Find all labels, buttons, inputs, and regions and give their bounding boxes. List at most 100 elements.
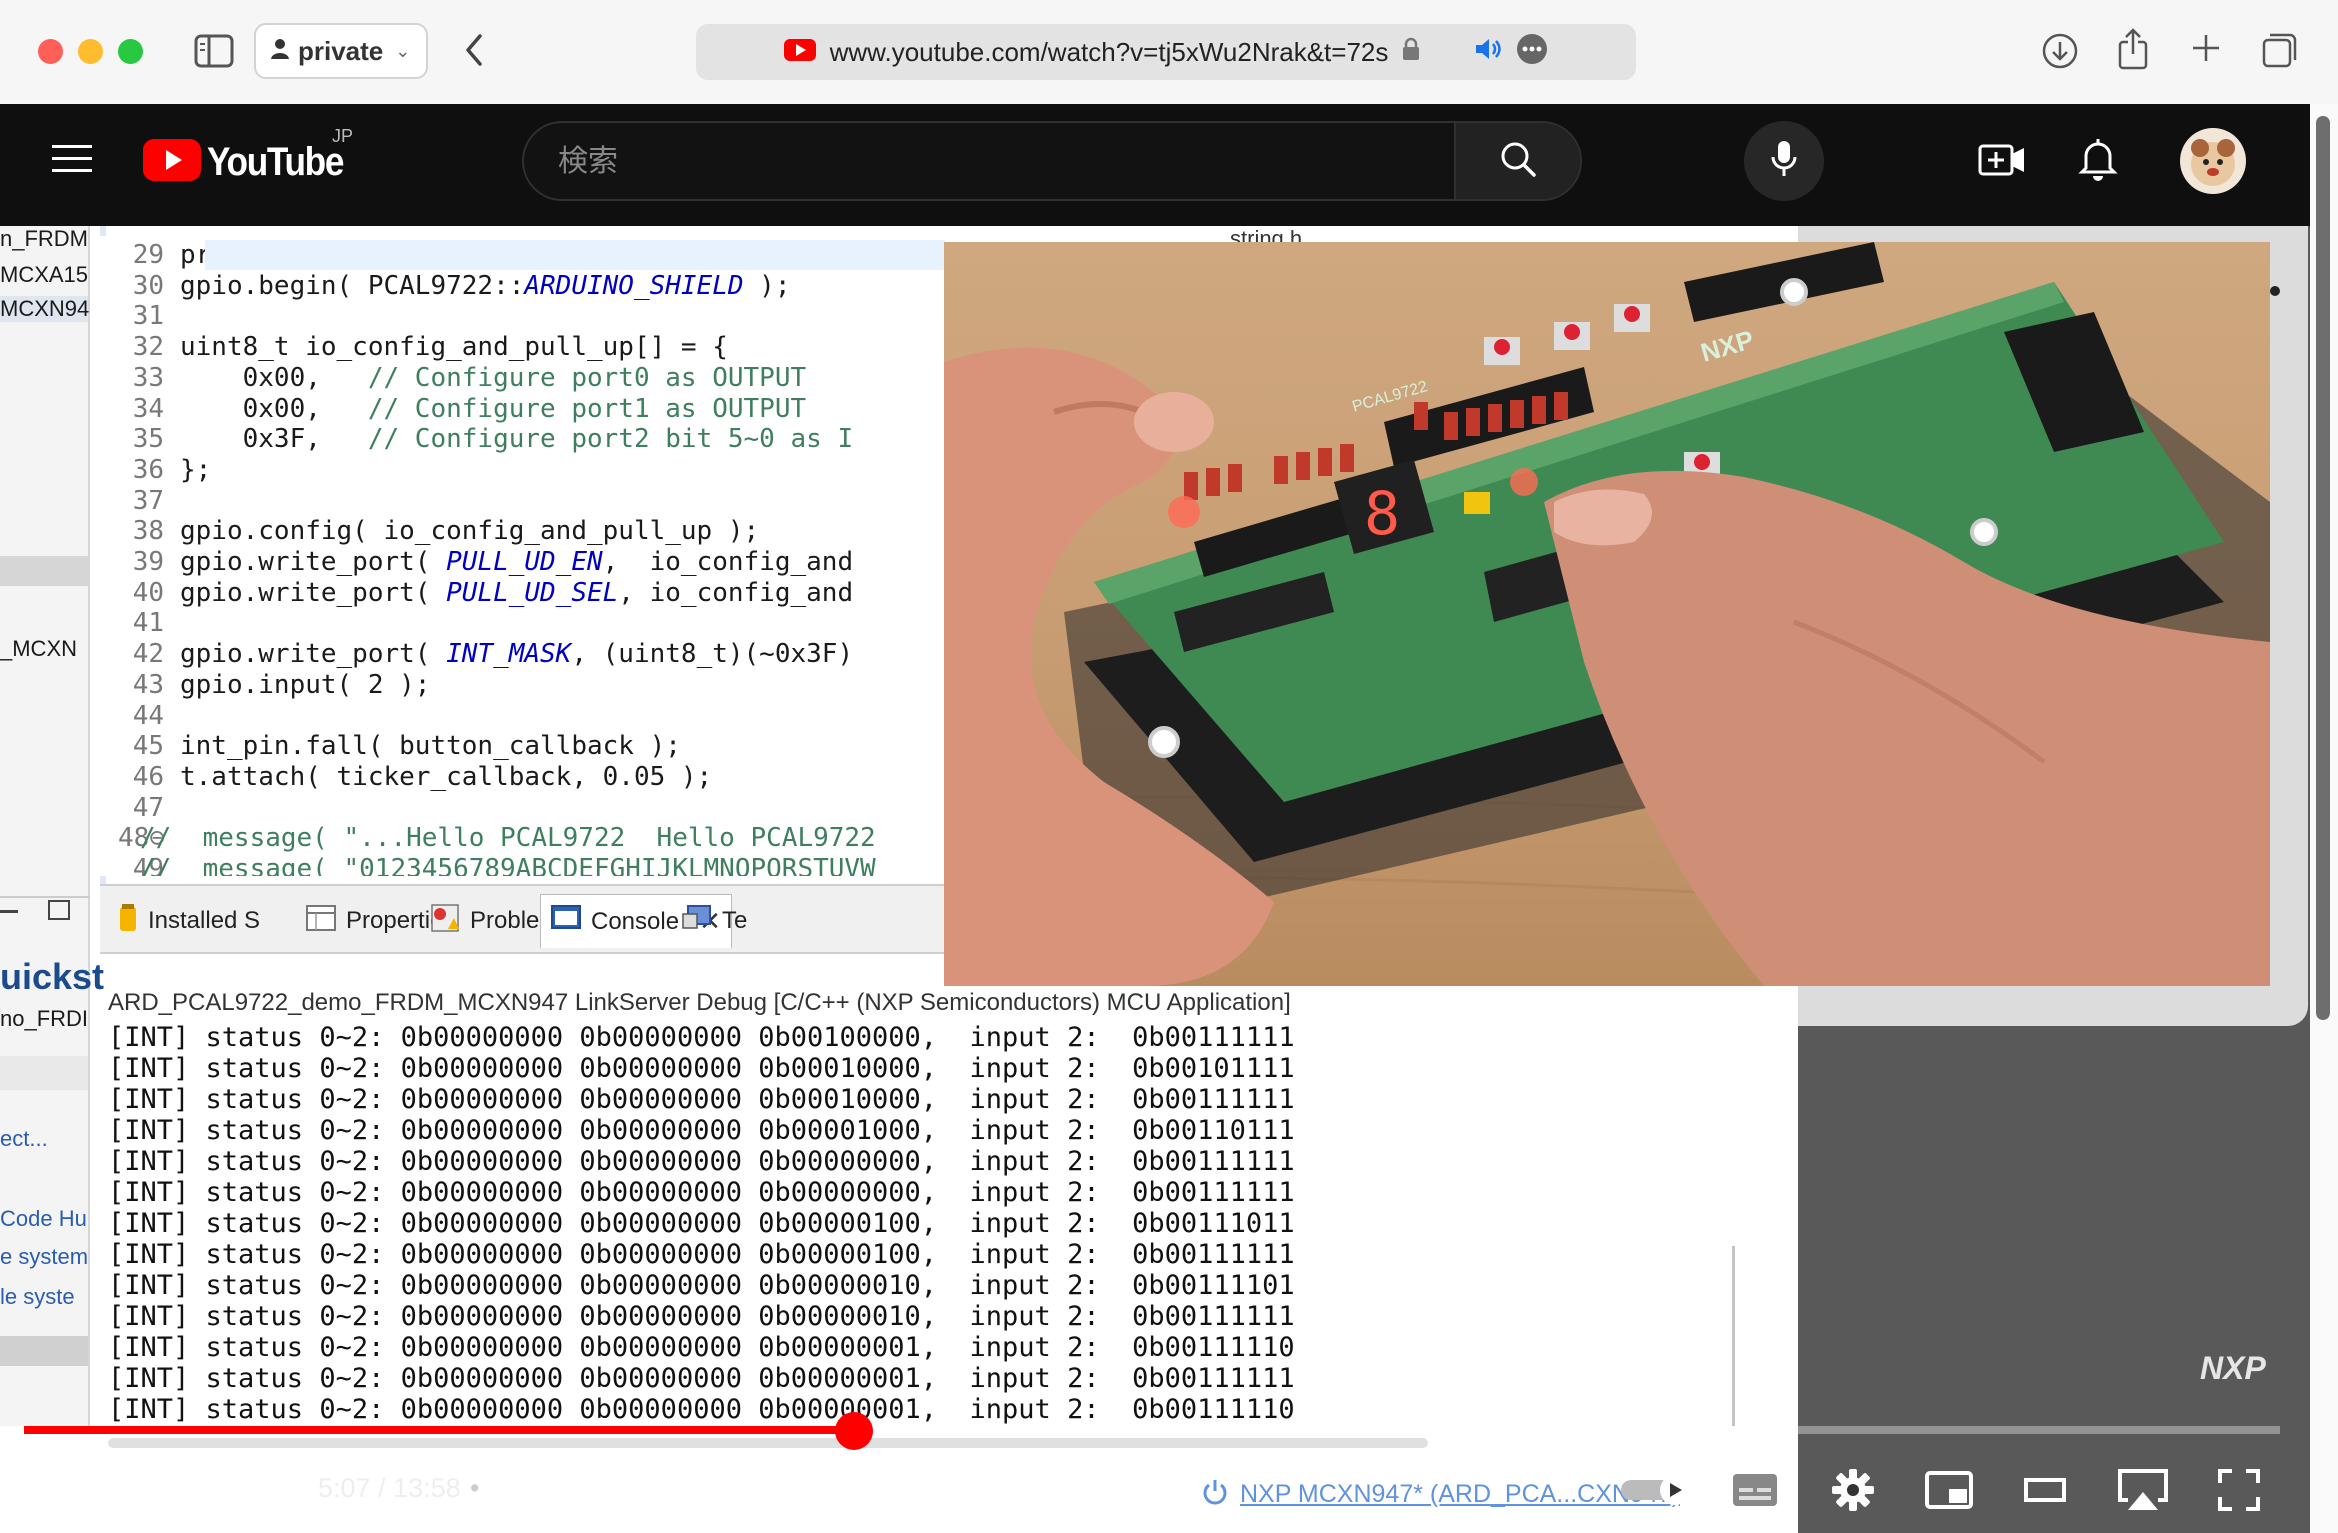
code-line: 0x3F, // Configure port2 bit 5~0 as I bbox=[180, 424, 854, 454]
pcb-illustration: 8 NXP PCAL9722 bbox=[944, 242, 2270, 986]
youtube-favicon-icon bbox=[783, 37, 816, 68]
line-number: 34 bbox=[132, 393, 164, 424]
close-window-button[interactable] bbox=[38, 39, 63, 64]
chevron-right-icon bbox=[902, 1474, 918, 1503]
video-player[interactable]: n_FRDM MCXA15 MCXN94 _MCXN uickst no_FRD… bbox=[0, 226, 2338, 1533]
console-horizontal-scrollbar[interactable] bbox=[108, 1438, 1428, 1448]
profile-selector[interactable]: private ⌄ bbox=[254, 23, 428, 79]
problems-icon bbox=[430, 903, 460, 940]
link-item[interactable]: Code Hu bbox=[0, 1206, 87, 1232]
avatar[interactable] bbox=[2180, 128, 2246, 194]
tab-installed-sdks[interactable]: Installed S bbox=[118, 898, 260, 944]
fullscreen-button[interactable] bbox=[2204, 1451, 2274, 1533]
console-line: [INT] status 0~2: 0b00000000 0b00000000 … bbox=[108, 1394, 1295, 1425]
notifications-bell-icon[interactable] bbox=[2078, 136, 2118, 187]
code-token: // Configure port1 as OUTPUT bbox=[367, 393, 807, 424]
region-code: JP bbox=[332, 126, 354, 146]
code-line: gpio.write_port( PULL_UD_SEL, io_config_… bbox=[180, 578, 853, 608]
tab-overview-icon[interactable] bbox=[2262, 32, 2298, 72]
browser-toolbar: private ⌄ www.youtube.com/watch?v=tj5xWu… bbox=[0, 0, 2338, 104]
speaker-playing-icon[interactable] bbox=[1474, 37, 1502, 68]
line-number: 46 bbox=[132, 761, 164, 792]
autoplay-toggle[interactable] bbox=[1612, 1451, 1702, 1533]
airplay-button[interactable] bbox=[2106, 1451, 2180, 1533]
subtitles-button[interactable] bbox=[1720, 1451, 1790, 1533]
power-icon bbox=[1200, 1477, 1230, 1512]
voice-search-button[interactable] bbox=[1744, 121, 1824, 201]
progress-scrubber-handle[interactable] bbox=[835, 1412, 874, 1450]
code-token: // Configure port0 as OUTPUT bbox=[367, 362, 807, 393]
svg-text:8: 8 bbox=[1364, 479, 1400, 549]
pause-button[interactable] bbox=[42, 1451, 102, 1533]
console-line: [INT] status 0~2: 0b00000000 0b00000000 … bbox=[108, 1053, 1295, 1084]
panel-dot bbox=[2270, 286, 2280, 296]
console-scrollbar[interactable] bbox=[1732, 1246, 1735, 1426]
more-options-icon[interactable] bbox=[1516, 33, 1548, 72]
profile-label: private bbox=[298, 35, 384, 66]
code-token: ); bbox=[743, 270, 791, 301]
search-input[interactable] bbox=[524, 123, 1384, 199]
microphone-icon bbox=[1770, 139, 1798, 184]
link-item[interactable]: le syste bbox=[0, 1284, 75, 1310]
link-item[interactable]: e system bbox=[0, 1244, 88, 1270]
miniplayer-button[interactable] bbox=[1914, 1451, 1984, 1533]
back-icon[interactable] bbox=[462, 30, 486, 74]
console-line: [INT] status 0~2: 0b00000000 0b00000000 … bbox=[108, 1177, 1295, 1208]
minimize-view-icon[interactable] bbox=[0, 910, 18, 913]
share-icon[interactable] bbox=[2116, 28, 2150, 74]
next-button[interactable] bbox=[135, 1451, 195, 1533]
menu-icon[interactable] bbox=[52, 144, 92, 179]
console-title: ARD_PCAL9722_demo_FRDM_MCXN947 LinkServe… bbox=[108, 989, 1291, 1016]
volume-icon bbox=[238, 1472, 278, 1513]
youtube-logo[interactable]: YouTube bbox=[143, 139, 362, 186]
link-item[interactable]: ect... bbox=[0, 1126, 48, 1152]
theater-mode-button[interactable] bbox=[2010, 1451, 2080, 1533]
sidebar-toggle-icon[interactable] bbox=[194, 34, 234, 72]
code-token: , io_config_and bbox=[602, 547, 854, 577]
code-token: // message( "...Hello PCAL9722 Hello PCA… bbox=[140, 823, 876, 854]
search-icon bbox=[1498, 139, 1538, 184]
line-number: 39 bbox=[132, 547, 164, 577]
code-token: gpio.config( io_config_and_pull_up ); bbox=[180, 516, 760, 547]
zoom-window-button[interactable] bbox=[118, 39, 143, 64]
tab-terminal[interactable]: Te bbox=[682, 898, 747, 944]
line-number: 30 bbox=[132, 270, 164, 301]
page-scrollbar-thumb[interactable] bbox=[2316, 116, 2330, 1020]
line-number: 35 bbox=[132, 424, 164, 455]
mute-button[interactable] bbox=[228, 1451, 288, 1533]
chapter-title-button[interactable]: • MCUXpresso + FRDM-MCXN947 bbox=[470, 1473, 918, 1504]
console-line: [INT] status 0~2: 0b00000000 0b00000000 … bbox=[108, 1270, 1295, 1301]
code-line: gpio.config( io_config_and_pull_up ); bbox=[180, 516, 759, 546]
console-line: [INT] status 0~2: 0b00000000 0b00000000 … bbox=[108, 1115, 1295, 1146]
line-number: 36 bbox=[132, 454, 164, 485]
project-item: _MCXN bbox=[0, 636, 78, 661]
line-number: 41 bbox=[132, 608, 164, 639]
code-line: // message( "...Hello PCAL9722 Hello PCA… bbox=[140, 823, 876, 853]
code-token: gpio.begin( PCAL9722:: bbox=[180, 270, 525, 301]
create-video-icon[interactable] bbox=[1978, 140, 2026, 185]
time-display: 5:07 / 13:58 bbox=[318, 1473, 461, 1503]
line-number: 29 bbox=[132, 240, 164, 270]
search-button[interactable] bbox=[1454, 123, 1580, 199]
address-bar[interactable]: www.youtube.com/watch?v=tj5xWu2Nrak&t=72… bbox=[696, 24, 1636, 80]
airplay-icon bbox=[2116, 1468, 2170, 1517]
youtube-logo-text: YouTube bbox=[207, 140, 344, 184]
new-tab-icon[interactable] bbox=[2190, 32, 2222, 68]
search-box bbox=[522, 121, 1582, 201]
ide-status-bar: NXP MCXN947* (ARD_PCA...CXN947) bbox=[1200, 1477, 1680, 1512]
code-token: , (uint8_t)(~0x3F) bbox=[571, 639, 854, 670]
line-number: 37 bbox=[132, 485, 164, 516]
download-icon[interactable] bbox=[2041, 32, 2079, 74]
code-token: INT_MASK bbox=[446, 639, 572, 670]
maximize-view-icon[interactable] bbox=[48, 900, 70, 920]
line-number: 31 bbox=[132, 301, 164, 332]
console-line: [INT] status 0~2: 0b00000000 0b00000000 … bbox=[108, 1146, 1295, 1177]
settings-button[interactable] bbox=[1818, 1451, 1888, 1533]
code-token: // message( "0123456789ABCDEFGHIJKLMNOPQ… bbox=[140, 854, 876, 876]
minimize-window-button[interactable] bbox=[78, 39, 103, 64]
line-number: 32 bbox=[132, 332, 164, 363]
code-token: }; bbox=[180, 454, 212, 485]
line-number: 45 bbox=[132, 731, 164, 762]
channel-watermark[interactable]: NXP bbox=[2200, 1350, 2266, 1387]
url-text: www.youtube.com/watch?v=tj5xWu2Nrak&t=72… bbox=[829, 36, 1389, 67]
